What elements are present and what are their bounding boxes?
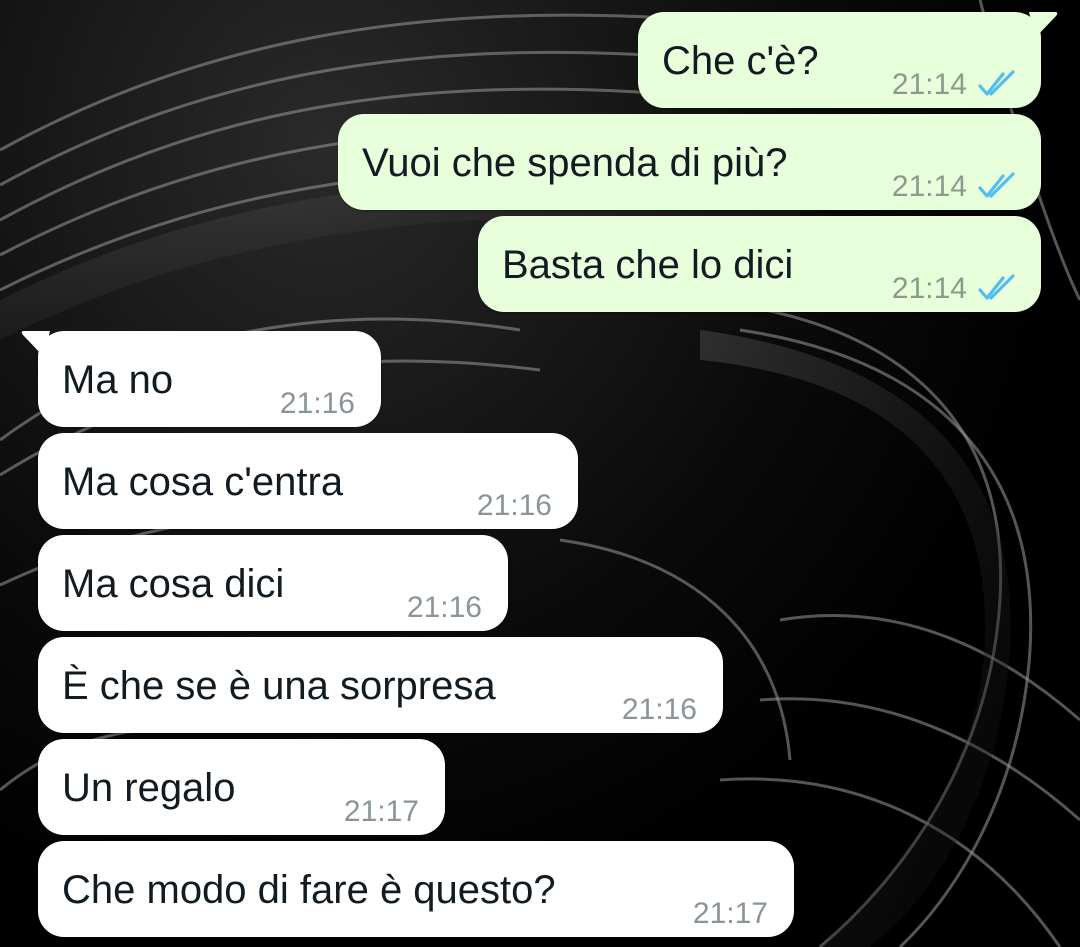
double-check-read-icon xyxy=(978,70,1015,96)
message-text: Vuoi che spenda di più? xyxy=(362,141,788,185)
message-text: Che modo di fare è questo? xyxy=(62,868,556,912)
message-text: Basta che lo dici xyxy=(502,243,794,287)
message-time: 21:16 xyxy=(621,693,697,726)
message-text: Ma cosa c'entra xyxy=(62,460,344,504)
double-check-read-icon xyxy=(978,274,1015,300)
incoming-message-bubble[interactable]: Un regalo 21:17 xyxy=(38,739,445,835)
message-time: 21:14 xyxy=(891,170,967,203)
outgoing-message-bubble[interactable]: Che c'è? 21:14 xyxy=(638,12,1058,108)
double-check-read-icon xyxy=(978,172,1015,198)
message-time: 21:16 xyxy=(406,591,482,624)
outgoing-message-bubble[interactable]: Vuoi che spenda di più? 21:14 xyxy=(338,114,1041,210)
message-time: 21:16 xyxy=(476,489,552,522)
incoming-message-bubble[interactable]: È che se è una sorpresa 21:16 xyxy=(38,637,723,733)
message-text: Ma no xyxy=(62,358,174,402)
outgoing-message-bubble[interactable]: Basta che lo dici 21:14 xyxy=(478,216,1041,312)
message-text: Un regalo xyxy=(62,766,236,810)
message-list[interactable]: Che c'è? 21:14 Vuoi che spenda di più? 2… xyxy=(0,0,1080,947)
bubble-tail xyxy=(1029,12,1058,38)
message-time: 21:16 xyxy=(279,387,355,420)
message-time: 21:14 xyxy=(891,272,967,305)
message-text: Che c'è? xyxy=(662,39,819,83)
message-text: Ma cosa dici xyxy=(62,562,285,606)
message-time: 21:17 xyxy=(692,897,768,930)
message-time: 21:17 xyxy=(343,795,419,828)
incoming-message-bubble[interactable]: Ma cosa c'entra 21:16 xyxy=(38,433,578,529)
message-text: È che se è una sorpresa xyxy=(62,664,496,708)
message-time: 21:14 xyxy=(891,68,967,101)
incoming-message-bubble[interactable]: Ma cosa dici 21:16 xyxy=(38,535,508,631)
incoming-message-bubble[interactable]: Che modo di fare è questo? 21:17 xyxy=(38,841,794,937)
incoming-message-bubble[interactable]: Ma no 21:16 xyxy=(21,331,381,427)
bubble-tail xyxy=(21,331,50,357)
